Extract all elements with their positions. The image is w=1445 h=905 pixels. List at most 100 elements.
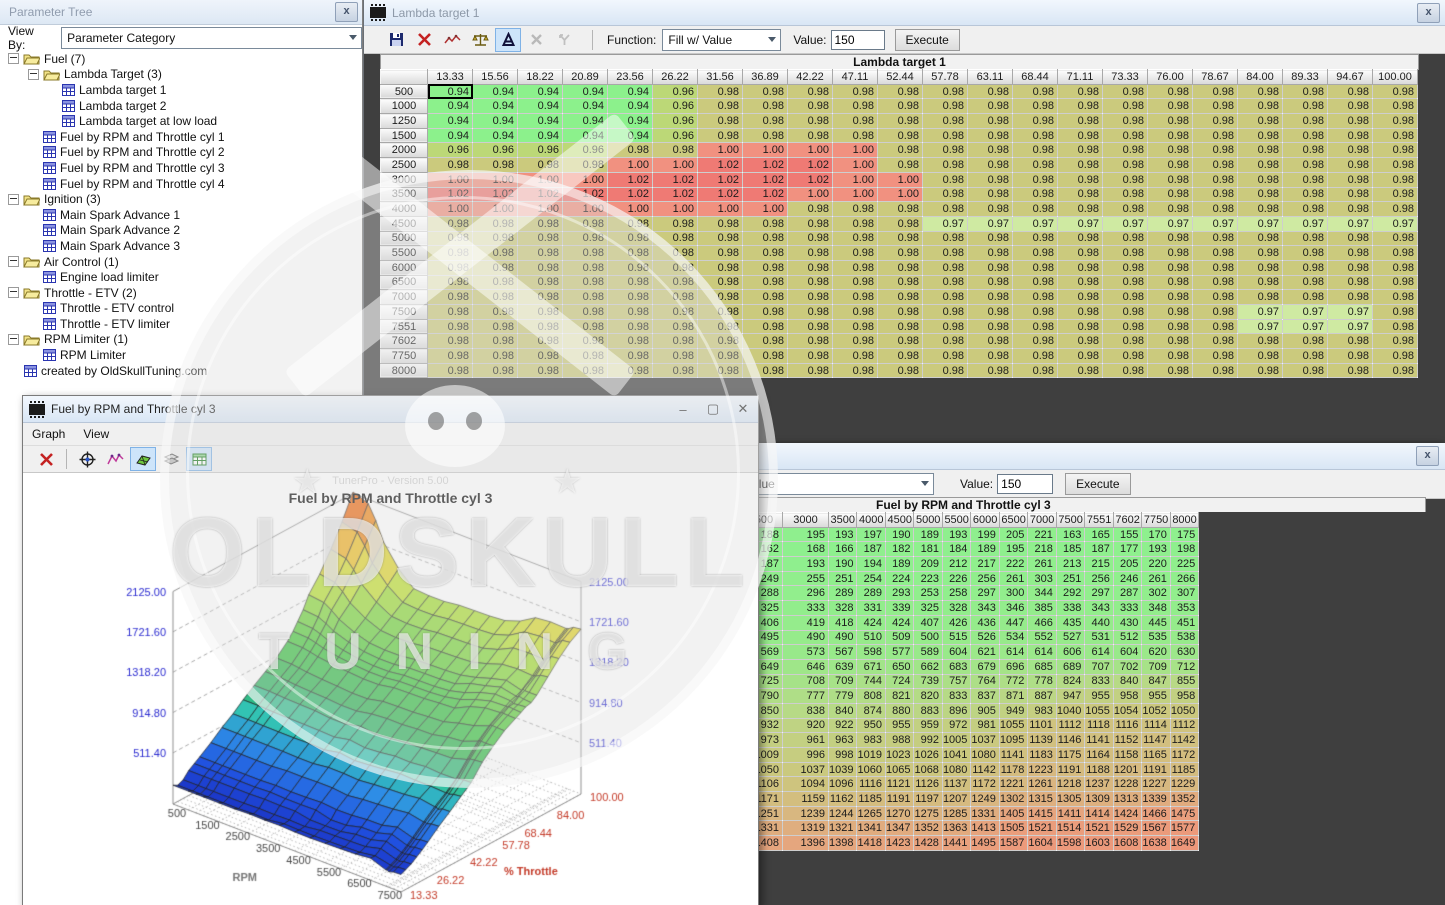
table-cell[interactable]: 0.98	[923, 231, 968, 246]
table-cell[interactable]: 1319	[783, 821, 829, 836]
table-cell[interactable]: 0.98	[878, 114, 923, 129]
table-cell[interactable]: 0.97	[1013, 216, 1058, 231]
table-cell[interactable]: 0.98	[1103, 363, 1148, 378]
table-cell[interactable]: 0.98	[698, 231, 743, 246]
table-cell[interactable]: 1265	[857, 806, 885, 821]
table-cell[interactable]: 0.98	[878, 246, 923, 261]
table-cell[interactable]: 0.98	[743, 305, 788, 320]
table-cell[interactable]: 0.98	[878, 202, 923, 217]
row-header[interactable]: 1250	[381, 114, 428, 129]
table-cell[interactable]: 1185	[1170, 762, 1198, 777]
table-cell[interactable]: 0.98	[1103, 99, 1148, 114]
table-cell[interactable]: 0.98	[1193, 172, 1238, 187]
table-cell[interactable]: 847	[1142, 674, 1170, 689]
table-cell[interactable]: 1023	[885, 748, 913, 763]
table-cell[interactable]: 0.98	[1328, 99, 1373, 114]
table-cell[interactable]: 466	[1028, 615, 1056, 630]
table-cell[interactable]: 1.00	[788, 143, 833, 158]
table-cell[interactable]: 1.00	[428, 172, 473, 187]
table-cell[interactable]: 0.98	[1328, 172, 1373, 187]
table-cell[interactable]: 1603	[1085, 836, 1113, 851]
table-cell[interactable]: 209	[914, 557, 942, 572]
cut-icon[interactable]	[523, 28, 549, 52]
tree-item-lambda-target-2[interactable]: Lambda target 2	[0, 98, 362, 114]
collapse-icon[interactable]	[8, 287, 19, 298]
table-cell[interactable]: 0.98	[1148, 172, 1193, 187]
table-cell[interactable]: 0.98	[878, 84, 923, 99]
table-cell[interactable]: 671	[857, 659, 885, 674]
table-cell[interactable]: 0.98	[518, 334, 563, 349]
table-cell[interactable]: 0.98	[788, 114, 833, 129]
table-cell[interactable]: 0.97	[1148, 216, 1193, 231]
col-header[interactable]: 71.11	[1058, 70, 1103, 85]
table-cell[interactable]: 1341	[857, 821, 885, 836]
table-cell[interactable]: 0.98	[428, 246, 473, 261]
table-cell[interactable]: 0.98	[743, 84, 788, 99]
table-cell[interactable]: 0.98	[1328, 246, 1373, 261]
row-header[interactable]: 7000	[381, 290, 428, 305]
table-cell[interactable]: 0.98	[788, 305, 833, 320]
table-cell[interactable]: 0.98	[1058, 231, 1103, 246]
table-cell[interactable]: 0.98	[1238, 202, 1283, 217]
close-icon[interactable]: ✕	[728, 401, 758, 417]
table-cell[interactable]: 1060	[857, 762, 885, 777]
collapse-icon[interactable]	[8, 256, 19, 267]
table-cell[interactable]: 0.98	[1373, 202, 1418, 217]
table-cell[interactable]: 0.98	[1193, 202, 1238, 217]
table-cell[interactable]: 0.98	[518, 231, 563, 246]
table-cell[interactable]: 0.98	[1373, 172, 1418, 187]
table-cell[interactable]: 0.98	[698, 275, 743, 290]
col-header[interactable]: 47.11	[833, 70, 878, 85]
close-icon[interactable]: x	[1416, 446, 1439, 466]
table-cell[interactable]: 614	[999, 645, 1027, 660]
collapse-icon[interactable]	[8, 334, 19, 345]
table-cell[interactable]: 205	[1113, 557, 1141, 572]
table-cell[interactable]: 1.00	[833, 143, 878, 158]
col-header[interactable]: 100.00	[1373, 70, 1418, 85]
table-cell[interactable]: 218	[1028, 542, 1056, 557]
table-cell[interactable]: 0.98	[428, 319, 473, 334]
table-cell[interactable]: 0.98	[563, 305, 608, 320]
table-cell[interactable]: 0.98	[923, 319, 968, 334]
table-cell[interactable]: 1352	[1170, 792, 1198, 807]
table-cell[interactable]: 0.98	[428, 260, 473, 275]
table-cell[interactable]: 0.98	[1238, 84, 1283, 99]
col-header[interactable]: 94.67	[1328, 70, 1373, 85]
table-cell[interactable]: 0.98	[1193, 275, 1238, 290]
table-cell[interactable]: 1164	[1085, 748, 1113, 763]
table-cell[interactable]: 0.98	[1328, 260, 1373, 275]
table-cell[interactable]: 0.98	[788, 275, 833, 290]
table-cell[interactable]: 1.02	[788, 158, 833, 173]
table-cell[interactable]: 0.98	[698, 216, 743, 231]
table-cell[interactable]: 1.02	[563, 187, 608, 202]
col-header[interactable]: 7551	[1085, 513, 1113, 528]
table-cell[interactable]: 0.98	[1373, 158, 1418, 173]
table-cell[interactable]: 0.98	[473, 334, 518, 349]
table-cell[interactable]: 0.98	[473, 158, 518, 173]
table-cell[interactable]: 0.98	[1283, 99, 1328, 114]
table-cell[interactable]: 662	[914, 659, 942, 674]
table-cell[interactable]: 0.98	[698, 84, 743, 99]
table-cell[interactable]: 0.98	[968, 202, 1013, 217]
table-cell[interactable]: 0.98	[1283, 231, 1328, 246]
table-cell[interactable]: 0.98	[743, 246, 788, 261]
table-cell[interactable]: 0.98	[923, 334, 968, 349]
table-cell[interactable]: 0.98	[1238, 275, 1283, 290]
table-cell[interactable]: 307	[1170, 586, 1198, 601]
table-cell[interactable]: 253	[914, 586, 942, 601]
table-cell[interactable]: 0.98	[743, 128, 788, 143]
table-cell[interactable]: 1095	[999, 733, 1027, 748]
table-cell[interactable]: 0.98	[1238, 187, 1283, 202]
table-cell[interactable]: 193	[942, 527, 970, 542]
table-cell[interactable]: 0.98	[833, 275, 878, 290]
table-cell[interactable]: 1604	[1028, 836, 1056, 851]
table-cell[interactable]: 0.98	[878, 216, 923, 231]
table-cell[interactable]: 0.98	[743, 334, 788, 349]
table-cell[interactable]: 0.98	[968, 187, 1013, 202]
row-header[interactable]: 500	[381, 84, 428, 99]
table-cell[interactable]: 0.98	[1193, 319, 1238, 334]
table-cell[interactable]: 0.94	[563, 114, 608, 129]
table-cell[interactable]: 0.98	[833, 349, 878, 364]
table-cell[interactable]: 0.98	[563, 231, 608, 246]
table-cell[interactable]: 0.98	[833, 246, 878, 261]
